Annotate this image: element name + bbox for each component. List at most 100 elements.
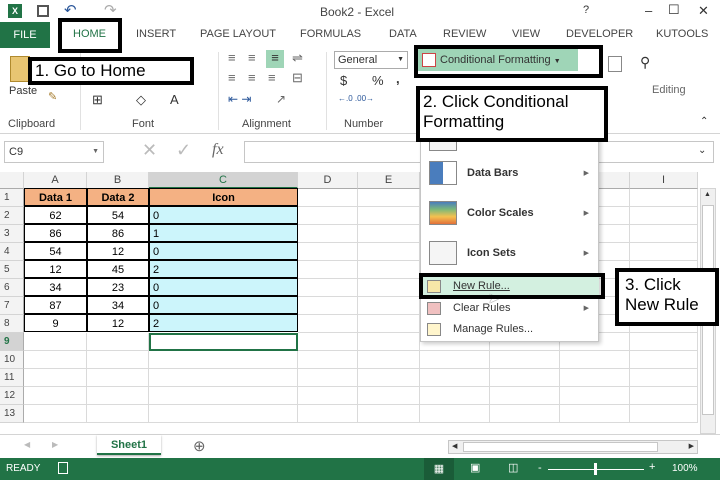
horizontal-scrollbar[interactable]: ◀ ▶ <box>448 440 698 454</box>
redo-icon[interactable]: ↷ <box>104 1 117 19</box>
zoom-out-button[interactable]: - <box>538 462 542 474</box>
row-header[interactable]: 1 <box>0 189 24 207</box>
maximize-button[interactable]: ☐ <box>668 2 680 18</box>
menu-item-manage-rules[interactable]: Manage Rules... <box>421 320 599 340</box>
cell[interactable] <box>358 387 420 405</box>
row-header[interactable]: 10 <box>0 351 24 369</box>
table-cell[interactable]: 62 <box>24 206 87 224</box>
cell[interactable] <box>630 207 698 225</box>
scroll-right-icon[interactable]: ▶ <box>689 442 694 450</box>
find-icon[interactable]: ⚲ <box>640 54 650 71</box>
cell[interactable] <box>358 405 420 423</box>
scroll-up-icon[interactable]: ▲ <box>704 191 711 198</box>
cell[interactable] <box>298 405 358 423</box>
table-cell[interactable]: 0 <box>149 278 298 296</box>
table-cell[interactable]: 86 <box>87 224 149 242</box>
menu-item-icon-sets[interactable]: Icon Sets ▶ <box>421 241 599 271</box>
table-cell[interactable]: 45 <box>87 260 149 278</box>
insert-function-button[interactable]: fx <box>212 141 224 159</box>
row-header[interactable]: 5 <box>0 261 24 279</box>
cell[interactable] <box>630 387 698 405</box>
paste-button[interactable]: Paste <box>9 85 37 97</box>
row-header[interactable]: 2 <box>0 207 24 225</box>
tab-review[interactable]: REVIEW <box>443 28 486 40</box>
column-header[interactable]: C <box>149 172 298 189</box>
cell[interactable] <box>87 387 149 405</box>
table-cell[interactable]: 87 <box>24 296 87 314</box>
table-cell[interactable]: 12 <box>87 242 149 260</box>
table-cell[interactable]: 0 <box>149 242 298 260</box>
menu-item-color-scales[interactable]: Color Scales ▶ <box>421 201 599 231</box>
cell[interactable] <box>420 351 490 369</box>
cell[interactable] <box>358 369 420 387</box>
table-header[interactable]: Data 2 <box>87 188 149 206</box>
table-cell[interactable]: 23 <box>87 278 149 296</box>
tab-view[interactable]: VIEW <box>512 28 540 40</box>
merge-icon[interactable]: ⊟ <box>292 70 303 86</box>
cell[interactable] <box>298 225 358 243</box>
tab-kutools[interactable]: KUTOOLS <box>656 28 708 40</box>
next-sheet-icon[interactable]: ▶ <box>52 440 58 449</box>
cell[interactable] <box>490 351 560 369</box>
cell[interactable] <box>358 207 420 225</box>
scroll-thumb-horizontal[interactable] <box>463 442 658 452</box>
tab-formulas[interactable]: FORMULAS <box>300 28 361 40</box>
zoom-in-button[interactable]: + <box>649 461 655 473</box>
format-painter-icon[interactable]: ✎ <box>48 90 57 103</box>
name-box[interactable]: C9 ▼ <box>4 141 104 163</box>
column-header[interactable]: D <box>298 172 358 189</box>
column-header[interactable]: A <box>24 172 87 189</box>
cell[interactable] <box>420 405 490 423</box>
cell[interactable] <box>358 243 420 261</box>
cell[interactable] <box>358 351 420 369</box>
cell[interactable] <box>87 333 149 351</box>
center-icon[interactable]: ≡ <box>248 70 256 85</box>
table-header[interactable]: Icon <box>149 188 298 206</box>
cell[interactable] <box>24 405 87 423</box>
cell[interactable] <box>298 189 358 207</box>
indent-icon[interactable]: ⇤ ⇥ <box>228 92 251 106</box>
row-header[interactable]: 11 <box>0 369 24 387</box>
cell[interactable] <box>298 369 358 387</box>
row-header[interactable]: 6 <box>0 279 24 297</box>
fill-color-icon[interactable]: ◇ <box>136 92 146 108</box>
cell[interactable] <box>149 351 298 369</box>
borders-icon[interactable]: ⊞ <box>92 92 103 108</box>
cell[interactable] <box>420 369 490 387</box>
tab-insert[interactable]: INSERT <box>136 28 176 40</box>
cell[interactable] <box>298 387 358 405</box>
number-format-select[interactable]: General ▼ <box>334 51 408 69</box>
row-header[interactable]: 3 <box>0 225 24 243</box>
close-button[interactable]: ✕ <box>698 3 709 19</box>
cell[interactable] <box>560 387 630 405</box>
table-cell[interactable]: 34 <box>24 278 87 296</box>
align-left-icon[interactable]: ≡ <box>228 70 236 85</box>
cell[interactable] <box>24 369 87 387</box>
cell[interactable] <box>420 387 490 405</box>
select-all-corner[interactable] <box>0 172 24 189</box>
normal-view-icon[interactable]: ▦ <box>424 458 454 480</box>
cell[interactable] <box>298 243 358 261</box>
cell[interactable] <box>560 369 630 387</box>
percent-button[interactable]: % <box>372 73 384 88</box>
zoom-level[interactable]: 100% <box>672 463 698 474</box>
scroll-left-icon[interactable]: ◀ <box>452 442 457 450</box>
cell[interactable] <box>630 189 698 207</box>
cell[interactable] <box>298 333 358 351</box>
table-cell[interactable]: 12 <box>87 314 149 332</box>
collapse-ribbon-icon[interactable]: ⌃ <box>700 116 708 127</box>
row-header[interactable]: 8 <box>0 315 24 333</box>
table-cell[interactable]: 0 <box>149 296 298 314</box>
wrap-text-icon[interactable]: ⇌ <box>292 50 303 66</box>
table-cell[interactable]: 2 <box>149 314 298 332</box>
cell[interactable] <box>298 351 358 369</box>
cell[interactable] <box>149 387 298 405</box>
cell[interactable] <box>87 351 149 369</box>
cell[interactable] <box>358 315 420 333</box>
cell[interactable] <box>630 243 698 261</box>
cell[interactable] <box>298 279 358 297</box>
selected-cell[interactable] <box>149 333 298 351</box>
align-top-icon[interactable]: ≡ <box>228 50 236 65</box>
cell[interactable] <box>630 333 698 351</box>
table-cell[interactable]: 54 <box>24 242 87 260</box>
